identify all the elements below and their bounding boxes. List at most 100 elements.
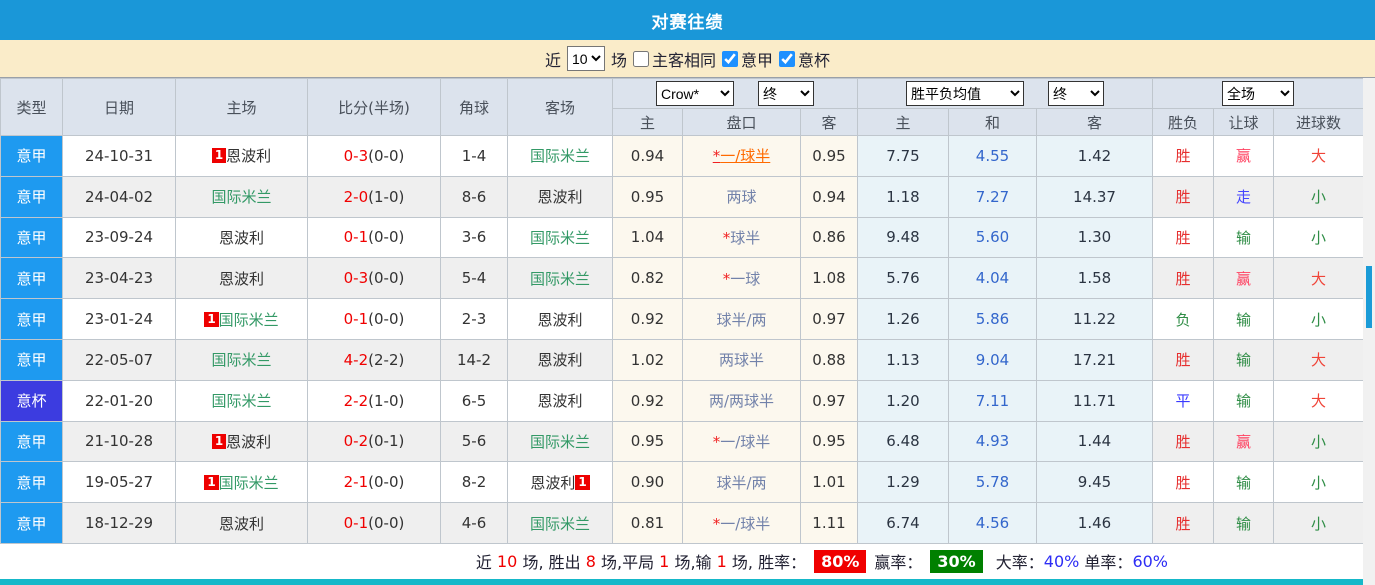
avg-draw-value: 4.93	[975, 432, 1010, 451]
summary-segment: 10	[497, 551, 518, 571]
checkbox-label: 意杯	[798, 50, 831, 70]
col-header-away: 客场	[507, 78, 613, 136]
avg-away-value: 14.37	[1073, 187, 1116, 206]
result-cell: 胜	[1152, 216, 1215, 259]
team-name: 恩波利	[218, 228, 264, 247]
avg-home-cell: 9.48	[857, 216, 949, 259]
checkbox-input[interactable]	[779, 50, 796, 67]
handicap-cell: 两球半	[682, 338, 801, 381]
summary-segment: 赢率：	[874, 553, 923, 573]
team-name: 恩波利	[537, 188, 583, 207]
red-card-badge: 1	[204, 311, 219, 327]
away-team-cell: 国际米兰	[507, 420, 613, 463]
corner-cell: 5-4	[440, 257, 508, 300]
score-cell: 0-1(0-0)	[307, 502, 441, 544]
goals-cell: 大	[1273, 257, 1365, 300]
half-time-score: (0-0)	[368, 473, 405, 492]
corner-cell: 8-6	[440, 175, 508, 218]
col-header-date: 日期	[62, 78, 176, 136]
home-team-cell: 1 国际米兰	[175, 298, 308, 340]
odds-away-cell: 0.86	[800, 216, 858, 259]
scope-select[interactable]: 全场	[1222, 81, 1295, 106]
filter-checkbox-意杯[interactable]: 意杯	[779, 47, 830, 71]
avg-home-value: 6.74	[886, 514, 920, 533]
team-name: 国际米兰	[211, 351, 272, 370]
handicap-result-cell: 走	[1213, 175, 1275, 218]
avg-draw-cell: 4.04	[948, 257, 1037, 300]
team-name: 恩波利	[530, 473, 576, 492]
avg-home-value: 6.48	[886, 432, 920, 451]
filter-checkbox-意甲[interactable]: 意甲	[722, 47, 773, 71]
result-cell: 负	[1152, 298, 1215, 340]
team-name: 国际米兰	[529, 147, 590, 166]
type-cell: 意甲	[0, 257, 63, 300]
odds-group-header: Crow* 终	[612, 78, 858, 109]
half-time-score: (0-0)	[368, 228, 405, 247]
summary-segment: 大率：	[990, 553, 1044, 573]
handicap-result-cell: 赢	[1213, 135, 1275, 177]
result-cell: 胜	[1152, 135, 1215, 177]
team-name: 恩波利	[537, 392, 583, 411]
team-name: 恩波利	[537, 310, 583, 329]
handicap-result-cell: 输	[1213, 298, 1275, 340]
odds-home-cell: 0.81	[612, 502, 683, 544]
half-time-score: (1-0)	[368, 391, 405, 410]
away-team-cell: 恩波利	[507, 298, 613, 340]
odds-company-select[interactable]: Crow*	[656, 81, 734, 106]
near-label: 近	[544, 50, 561, 70]
avg-home-value: 1.18	[886, 187, 920, 206]
team-name: 国际米兰	[211, 392, 272, 411]
full-time-score: 0-3	[343, 146, 369, 165]
avg-home-cell: 6.48	[857, 420, 949, 463]
handicap-text: 一球	[730, 269, 761, 288]
type-cell: 意甲	[0, 420, 63, 463]
red-card-badge: 1	[211, 433, 227, 449]
goals-cell: 大	[1273, 135, 1365, 177]
scrollbar-track[interactable]	[1363, 78, 1375, 585]
red-card-badge: 1	[211, 148, 227, 164]
goals-cell: 小	[1273, 461, 1365, 504]
h2h-table: 类型 日期 主场 比分(半场) 角球 客场 Crow* 终 胜平负均值 终 全场…	[0, 78, 1365, 544]
team-name: 恩波利	[218, 269, 264, 288]
match-count-select[interactable]: 10	[566, 46, 605, 71]
handicap-cell: 两/两球半	[682, 379, 801, 422]
filter-bar: 近 10 场 主客相同 意甲 意杯	[0, 40, 1375, 78]
summary-segment: 场, 胜出	[517, 553, 586, 573]
team-name: 国际米兰	[218, 310, 279, 329]
table-row: 意甲 22-05-07 国际米兰 4-2(2-2) 14-2 恩波利 1.02 两球半 0.88…	[0, 338, 1365, 381]
avg-type-select[interactable]: 胜平负均值	[906, 81, 1024, 106]
avg-group-header: 胜平负均值 终	[856, 78, 1154, 109]
handicap-result-cell: 输	[1213, 338, 1275, 381]
date-cell: 19-05-27	[62, 461, 176, 504]
team-name: 国际米兰	[529, 228, 590, 247]
odds-away-cell: 0.95	[800, 135, 858, 177]
result-cell: 胜	[1152, 420, 1215, 463]
sub-header-odds-away: 客	[800, 108, 858, 136]
checkbox-input[interactable]	[722, 50, 738, 67]
home-team-cell: 国际米兰	[175, 379, 308, 422]
full-time-score: 0-2	[343, 432, 369, 451]
filter-checkbox-主客相同[interactable]: 主客相同	[632, 47, 716, 71]
odds-away-cell: 1.01	[800, 461, 858, 504]
summary-segment: 近	[475, 553, 497, 573]
avg-away-cell: 1.30	[1035, 216, 1154, 259]
goals-cell: 大	[1273, 338, 1365, 381]
home-team-cell: 1 国际米兰	[175, 461, 308, 504]
avg-away-cell: 9.45	[1035, 461, 1154, 504]
handicap-cell: *一球	[682, 257, 801, 300]
handicap-result-cell: 输	[1213, 379, 1275, 422]
corner-cell: 2-3	[440, 298, 508, 340]
score-cell: 0-1(0-0)	[307, 216, 441, 259]
handicap-text: 两/两球半	[708, 392, 775, 411]
avg-state-select[interactable]: 终	[1048, 81, 1104, 106]
avg-draw-cell: 9.04	[948, 338, 1037, 381]
score-cell: 4-2(2-2)	[307, 338, 441, 381]
team-name: 恩波利	[218, 514, 264, 533]
date-cell: 22-01-20	[62, 379, 176, 422]
handicap-cell[interactable]: *一/球半	[682, 135, 801, 177]
checkbox-input[interactable]	[632, 50, 649, 67]
odds-state-select[interactable]: 终	[758, 81, 814, 106]
odds-away-cell: 0.94	[800, 175, 858, 218]
avg-draw-value: 4.04	[975, 269, 1010, 288]
scrollbar-thumb[interactable]	[1366, 266, 1372, 328]
